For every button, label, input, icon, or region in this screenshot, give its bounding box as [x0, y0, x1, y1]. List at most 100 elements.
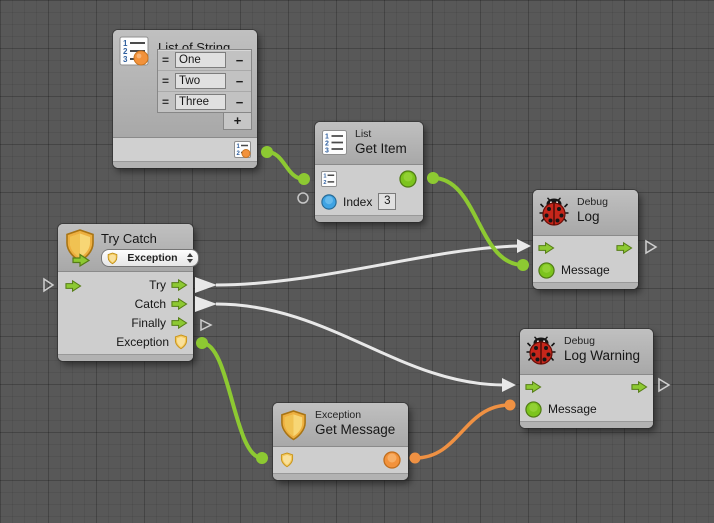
unconnected-index-circle[interactable] — [298, 193, 308, 203]
node-footer — [533, 282, 638, 289]
graph-canvas[interactable]: 1 2 3 List of String = One − — [0, 0, 714, 523]
port-row: Index 3 — [315, 190, 423, 213]
wire-list-to-get-item[interactable] — [261, 146, 310, 185]
node-title: Get Item — [355, 141, 407, 156]
port-row: Message — [520, 398, 653, 420]
svg-text:1: 1 — [323, 173, 326, 179]
svg-text:3: 3 — [123, 55, 128, 64]
flow-output-port[interactable] — [171, 316, 188, 330]
list-editor: = One − = Two − = Three − — [157, 49, 252, 130]
svg-text:3: 3 — [325, 148, 329, 155]
node-footer — [273, 473, 408, 480]
node-header: 1 2 3 List of String = One − — [113, 30, 257, 138]
flow-output-port[interactable] — [616, 241, 633, 255]
unconnected-finally-triangle[interactable] — [201, 320, 211, 330]
exception-output-port[interactable] — [174, 334, 188, 350]
node-exception-get-message[interactable]: Exception Get Message — [273, 403, 408, 480]
port-label: Finally — [131, 316, 166, 330]
message-output-port[interactable] — [383, 451, 401, 469]
node-title: Log Warning — [564, 348, 640, 363]
unconnected-log-warning-output-triangle[interactable] — [659, 379, 669, 391]
node-header: Exception Get Message — [273, 403, 408, 447]
port-row-catch: Catch — [58, 294, 193, 313]
list-item-row: = One − — [158, 50, 251, 71]
node-debug-log[interactable]: Debug Log Message — [533, 190, 638, 289]
flow-output-port[interactable] — [171, 278, 188, 292]
message-input-port[interactable] — [525, 401, 542, 418]
flow-input-port[interactable] — [525, 380, 542, 394]
drag-handle-icon[interactable]: = — [158, 74, 173, 88]
shield-icon — [279, 410, 308, 441]
index-input-port[interactable] — [321, 194, 337, 210]
node-footer — [58, 354, 193, 361]
index-port-label: Index — [343, 195, 372, 209]
ladybug-icon — [526, 336, 556, 365]
drag-handle-icon[interactable]: = — [158, 53, 173, 67]
list-item-field[interactable]: One — [175, 52, 226, 68]
node-title: Try Catch — [101, 231, 157, 246]
index-value-field[interactable]: 3 — [378, 193, 396, 210]
node-body: Try Catch Finally Exception — [58, 272, 193, 354]
list-item-field[interactable]: Two — [175, 73, 226, 89]
port-row — [520, 376, 653, 398]
node-header: Debug Log Warning — [520, 329, 653, 375]
wire-exception-to-get-message[interactable] — [196, 337, 268, 464]
wire-try-to-log[interactable] — [195, 239, 531, 293]
ladybug-icon — [539, 197, 569, 226]
node-title: Log — [577, 209, 600, 224]
node-debug-log-warning[interactable]: Debug Log Warning Mess — [520, 329, 653, 428]
flow-input-port[interactable] — [538, 241, 555, 255]
exception-type-dropdown[interactable]: Exception — [101, 249, 199, 267]
node-footer — [315, 215, 423, 222]
node-body — [273, 447, 408, 473]
numbered-list-icon: 1 2 3 — [119, 36, 149, 66]
message-port-label: Message — [561, 263, 610, 277]
remove-item-button[interactable]: − — [228, 53, 251, 68]
svg-text:1: 1 — [325, 134, 329, 141]
unconnected-input-triangle[interactable] — [44, 279, 53, 291]
drag-handle-icon[interactable]: = — [158, 95, 173, 109]
list-output-port-icon[interactable]: 1 2 — [234, 141, 251, 158]
add-item-button[interactable]: + — [223, 113, 252, 130]
node-category: Debug — [577, 196, 608, 208]
port-row: 1 2 — [315, 167, 423, 190]
remove-item-button[interactable]: − — [228, 74, 251, 89]
node-category: Debug — [564, 335, 595, 347]
list-item-field[interactable]: Three — [175, 94, 226, 110]
svg-text:2: 2 — [325, 141, 329, 148]
wire-get-item-to-log-message[interactable] — [427, 172, 529, 271]
remove-item-button[interactable]: − — [228, 95, 251, 110]
unconnected-log-output-triangle[interactable] — [646, 241, 656, 253]
port-row-finally: Finally — [58, 313, 193, 332]
message-input-port[interactable] — [538, 262, 555, 279]
node-category: List — [355, 128, 371, 140]
exception-input-port[interactable] — [280, 452, 294, 468]
port-row — [533, 237, 638, 259]
node-header: 1 2 3 List Get Item — [315, 122, 423, 165]
shield-flow-icon — [64, 229, 100, 267]
node-body: Message — [533, 236, 638, 282]
node-category: Exception — [315, 409, 361, 421]
flow-input-port[interactable] — [65, 279, 82, 293]
node-body: Message — [520, 375, 653, 421]
list-item-row: = Three − — [158, 92, 251, 112]
node-get-item[interactable]: 1 2 3 List Get Item 1 2 — [315, 122, 423, 222]
port-row-exception: Exception — [58, 332, 193, 351]
dropdown-updown-icon — [187, 253, 193, 263]
output-port-row: 1 2 — [113, 138, 257, 161]
shield-icon — [107, 252, 118, 265]
flow-output-port[interactable] — [631, 380, 648, 394]
node-try-catch[interactable]: Try Catch Exception Try — [58, 224, 193, 361]
node-title: Get Message — [315, 422, 395, 437]
port-row: Message — [533, 259, 638, 281]
flow-output-port[interactable] — [171, 297, 188, 311]
list-input-port-icon[interactable]: 1 2 — [321, 171, 337, 187]
item-output-port[interactable] — [399, 170, 417, 188]
wire-catch-to-log-warning[interactable] — [195, 296, 516, 392]
node-list-of-string[interactable]: 1 2 3 List of String = One − — [113, 30, 257, 168]
port-label: Exception — [116, 335, 169, 349]
port-label: Try — [149, 278, 166, 292]
dropdown-value: Exception — [122, 252, 183, 264]
wire-get-message-to-log-warning-message[interactable] — [410, 400, 516, 464]
node-header: Try Catch Exception — [58, 224, 193, 272]
